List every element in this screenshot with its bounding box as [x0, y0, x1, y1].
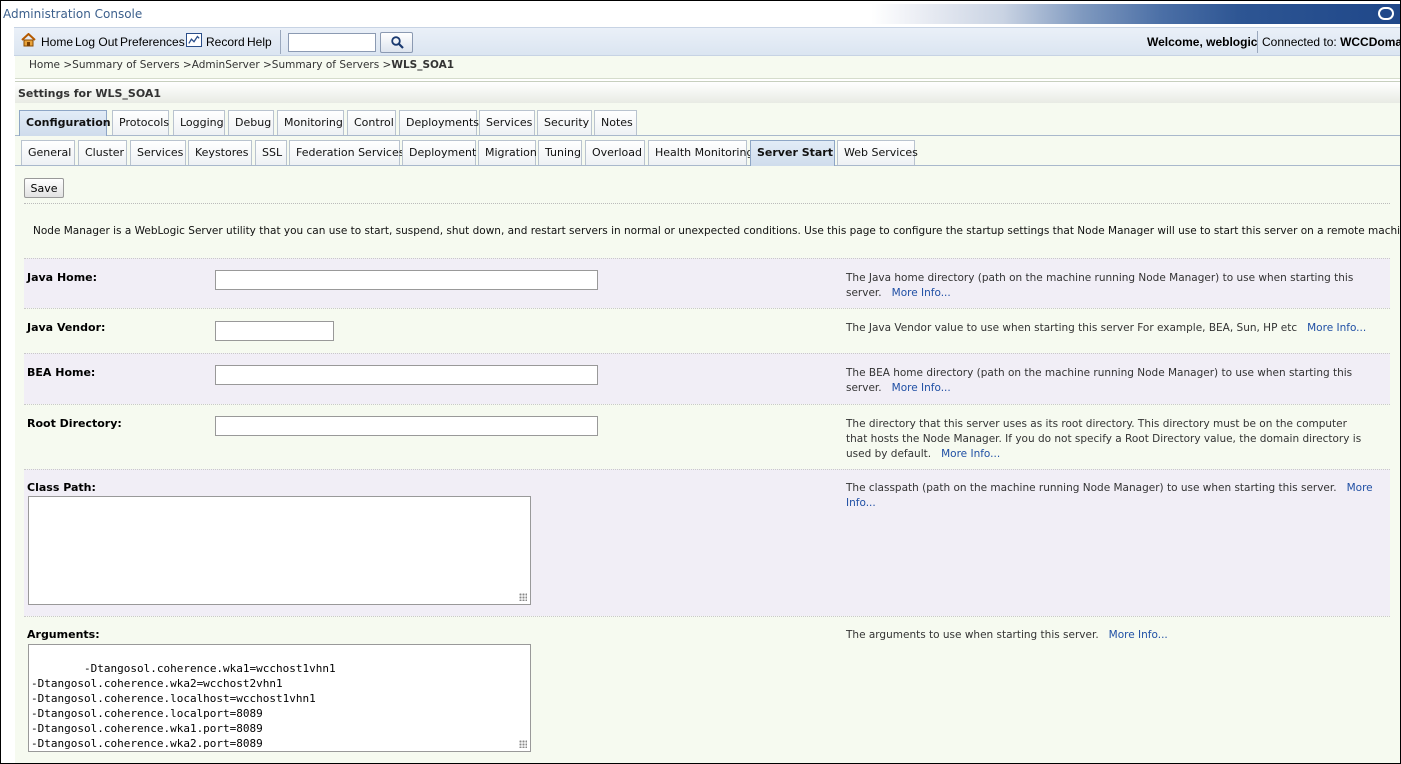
java-home-help: The Java home directory (path on the mac… — [846, 271, 1386, 301]
subtab-cluster[interactable]: Cluster — [78, 140, 127, 165]
record-link[interactable]: Record — [206, 35, 245, 49]
bea-home-label: BEA Home: — [27, 366, 96, 379]
tab-logging[interactable]: Logging — [173, 110, 225, 135]
java-home-row: Java Home: The Java home directory (path… — [24, 258, 1390, 308]
search-input[interactable] — [288, 33, 376, 52]
intro-text: Node Manager is a WebLogic Server utilit… — [33, 225, 1401, 237]
arguments-more-info-link[interactable]: More Info... — [1109, 629, 1168, 641]
breadcrumb-home[interactable]: Home > — [29, 59, 72, 71]
oracle-logo-icon — [1378, 7, 1394, 20]
subtab-ssl[interactable]: SSL — [255, 140, 287, 165]
home-link[interactable]: Home — [41, 35, 73, 49]
breadcrumb-current: WLS_SOA1 — [391, 59, 455, 71]
java-home-more-info-link[interactable]: More Info... — [892, 287, 951, 299]
subtab-health-monitoring[interactable]: Health Monitoring — [648, 140, 753, 165]
tab-debug[interactable]: Debug — [228, 110, 274, 135]
class-path-help: The classpath (path on the machine runni… — [846, 481, 1386, 511]
title-banner — [871, 4, 1400, 24]
class-path-textarea[interactable] — [28, 496, 531, 605]
root-directory-row: Root Directory: The directory that this … — [24, 404, 1390, 469]
help-link[interactable]: Help — [247, 35, 272, 49]
admin-console-window: Administration Console Home Log Out Pref… — [0, 0, 1401, 764]
bea-home-row: BEA Home: The BEA home directory (path o… — [24, 353, 1390, 404]
domain-name: WCCDomain — [1340, 35, 1400, 49]
resize-grip-icon[interactable] — [519, 593, 527, 601]
arguments-value: -Dtangosol.coherence.wka1=wcchost1vhn1 -… — [31, 662, 336, 750]
subtab-federation-services[interactable]: Federation Services — [289, 140, 404, 165]
tab-services[interactable]: Services — [479, 110, 535, 135]
subtab-server-start[interactable]: Server Start — [750, 140, 835, 166]
settings-panel: Settings for WLS_SOA1 Configuration Prot… — [15, 81, 1401, 763]
arguments-row: Arguments: -Dtangosol.coherence.wka1=wcc… — [24, 616, 1390, 761]
class-path-help-text: The classpath (path on the machine runni… — [846, 482, 1337, 494]
resize-grip-icon[interactable] — [519, 740, 527, 748]
subtab-services[interactable]: Services — [130, 140, 186, 165]
bea-home-help: The BEA home directory (path on the mach… — [846, 366, 1386, 396]
root-directory-input[interactable] — [215, 416, 598, 436]
title-bar: Administration Console — [1, 1, 1400, 26]
tab-monitoring[interactable]: Monitoring — [277, 110, 344, 135]
subtab-keystores[interactable]: Keystores — [188, 140, 252, 165]
tab-control[interactable]: Control — [347, 110, 396, 135]
connected-label: Connected to: — [1262, 35, 1337, 49]
save-button[interactable]: Save — [24, 178, 64, 198]
bea-home-input[interactable] — [215, 365, 598, 385]
welcome-text: Welcome, weblogic — [1147, 35, 1258, 49]
java-vendor-more-info-link[interactable]: More Info... — [1307, 322, 1366, 334]
breadcrumb: Home >Summary of Servers >AdminServer >S… — [15, 56, 1400, 79]
search-icon — [391, 36, 404, 49]
arguments-help-text: The arguments to use when starting this … — [846, 629, 1099, 641]
settings-header: Settings for WLS_SOA1 — [15, 81, 1400, 104]
root-directory-more-info-link[interactable]: More Info... — [941, 448, 1000, 460]
primary-tab-baseline — [15, 135, 1400, 136]
breadcrumb-adminserver[interactable]: AdminServer > — [192, 59, 272, 71]
tab-configuration[interactable]: Configuration — [19, 110, 111, 136]
root-directory-help-text: The directory that this server uses as i… — [846, 418, 1362, 460]
subtab-migration[interactable]: Migration — [478, 140, 537, 165]
toolbar: Home Log Out Preferences Record Help Wel… — [14, 27, 1400, 56]
divider — [24, 203, 1390, 204]
subtab-general[interactable]: General — [21, 140, 75, 165]
subtab-deployment[interactable]: Deployment — [402, 140, 476, 165]
java-vendor-row: Java Vendor: The Java Vendor value to us… — [24, 308, 1390, 353]
java-vendor-help-text: The Java Vendor value to use when starti… — [846, 322, 1298, 334]
tab-protocols[interactable]: Protocols — [112, 110, 169, 135]
arguments-label: Arguments: — [27, 628, 100, 641]
subtab-overload[interactable]: Overload — [585, 140, 645, 165]
java-vendor-help: The Java Vendor value to use when starti… — [846, 321, 1386, 336]
app-title: Administration Console — [3, 7, 143, 21]
toolbar-divider — [280, 30, 281, 54]
preferences-link[interactable]: Preferences — [120, 35, 185, 49]
arguments-help: The arguments to use when starting this … — [846, 628, 1386, 643]
secondary-tab-baseline — [15, 165, 1400, 166]
java-home-input[interactable] — [215, 270, 598, 290]
search-button[interactable] — [380, 32, 413, 53]
toolbar-divider-right — [1257, 31, 1258, 53]
tab-security[interactable]: Security — [537, 110, 592, 135]
root-directory-help: The directory that this server uses as i… — [846, 417, 1366, 462]
subtab-tuning[interactable]: Tuning — [538, 140, 582, 165]
breadcrumb-summary-servers[interactable]: Summary of Servers > — [72, 59, 192, 71]
class-path-label: Class Path: — [27, 481, 96, 494]
java-home-label: Java Home: — [27, 271, 98, 284]
breadcrumb-summary-servers-2[interactable]: Summary of Servers > — [272, 59, 392, 71]
java-vendor-label: Java Vendor: — [27, 321, 106, 334]
tab-deployments[interactable]: Deployments — [399, 110, 479, 135]
class-path-row: Class Path: The classpath (path on the m… — [24, 469, 1390, 616]
arguments-textarea[interactable]: -Dtangosol.coherence.wka1=wcchost1vhn1 -… — [28, 644, 531, 752]
record-icon[interactable] — [186, 33, 202, 47]
page-title: Settings for WLS_SOA1 — [18, 87, 162, 100]
java-vendor-input[interactable] — [215, 321, 334, 341]
home-icon[interactable] — [21, 33, 36, 47]
bea-home-more-info-link[interactable]: More Info... — [892, 382, 951, 394]
connection-status: Connected to: WCCDomain — [1262, 35, 1400, 49]
root-directory-label: Root Directory: — [27, 417, 122, 430]
tab-notes[interactable]: Notes — [594, 110, 637, 135]
logout-link[interactable]: Log Out — [75, 35, 118, 49]
subtab-web-services[interactable]: Web Services — [837, 140, 918, 165]
